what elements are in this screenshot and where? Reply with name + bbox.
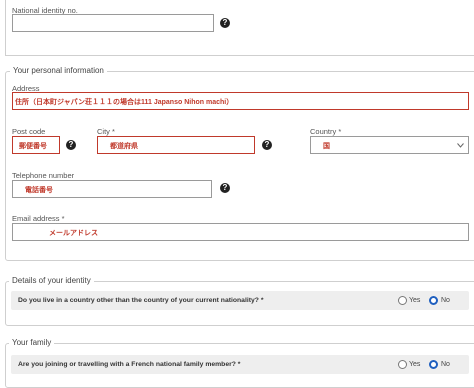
- family-no-radio[interactable]: [429, 360, 438, 369]
- telephone-field[interactable]: 電話番号: [12, 180, 212, 198]
- help-circle-icon[interactable]: ?: [220, 183, 230, 193]
- city-label: City *: [97, 127, 115, 136]
- help-circle-icon[interactable]: ?: [220, 18, 230, 28]
- identity-no-radio[interactable]: [429, 296, 438, 305]
- identity-legend: Details of your identity: [9, 276, 94, 285]
- family-yes-radio[interactable]: [398, 360, 407, 369]
- post-code-field[interactable]: 郵便番号: [12, 136, 60, 154]
- email-label: Email address *: [12, 214, 65, 223]
- help-circle-icon[interactable]: ?: [66, 140, 76, 150]
- personal-info-legend: Your personal information: [10, 66, 107, 75]
- national-id-field[interactable]: [12, 14, 214, 32]
- family-question: Are you joining or travelling with a Fre…: [18, 361, 241, 368]
- help-circle-icon[interactable]: ?: [262, 140, 272, 150]
- identity-question: Do you live in a country other than the …: [18, 297, 264, 304]
- country-select[interactable]: 国: [310, 136, 469, 154]
- family-yes-label[interactable]: Yes: [409, 361, 420, 368]
- country-label: Country *: [310, 127, 342, 136]
- identity-yes-radio[interactable]: [398, 296, 407, 305]
- chevron-down-icon: [457, 143, 464, 148]
- identity-yes-label[interactable]: Yes: [409, 297, 420, 304]
- address-field[interactable]: 住所（日本町ジャパン荘１１１の場合は111 Japanso Nihon mach…: [12, 92, 469, 110]
- family-legend: Your family: [9, 338, 55, 347]
- telephone-label: Telephone number: [12, 171, 75, 180]
- email-field[interactable]: メールアドレス: [12, 223, 469, 241]
- identity-no-label[interactable]: No: [441, 297, 450, 304]
- family-no-label[interactable]: No: [441, 361, 450, 368]
- city-field[interactable]: 都道府県: [97, 136, 255, 154]
- post-code-label: Post code: [12, 127, 46, 136]
